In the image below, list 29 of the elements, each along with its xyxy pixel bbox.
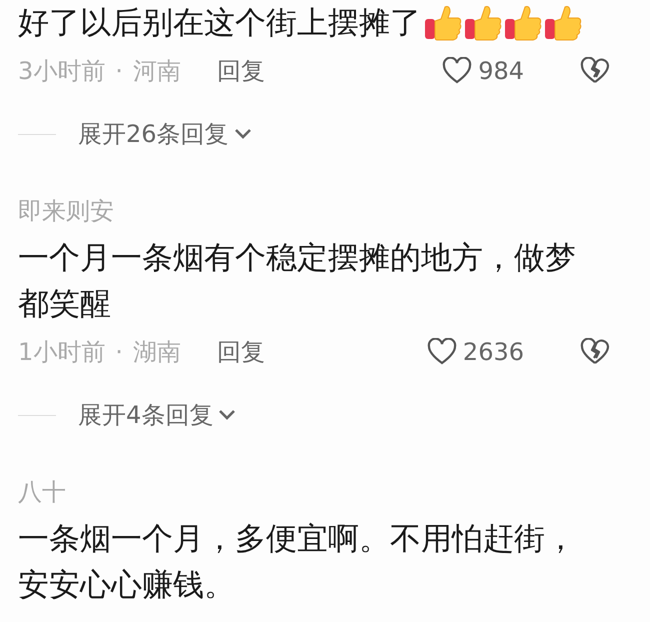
expand-replies-button[interactable]: 展开26条回复 <box>78 118 253 150</box>
dislike-button[interactable] <box>580 338 610 366</box>
comment-author: 即来则安 <box>18 196 114 227</box>
reply-link[interactable]: 回复 <box>216 336 265 368</box>
reply-link[interactable]: 回复 <box>216 55 265 87</box>
thumbs-up-icon <box>463 3 503 43</box>
heart-icon <box>442 57 472 85</box>
broken-heart-icon <box>580 57 610 85</box>
like-button[interactable]: 984 <box>442 57 524 85</box>
thumbs-up-icon <box>543 3 583 43</box>
comment-time: 1小时前 <box>18 337 106 368</box>
broken-heart-icon <box>580 338 610 366</box>
chevron-down-icon <box>217 408 238 422</box>
comment-location: 河南 <box>132 56 181 87</box>
separator-dot: · <box>115 338 123 366</box>
comment-time: 3小时前 <box>18 56 106 87</box>
chevron-down-icon <box>232 127 253 141</box>
comment-author: 八十 <box>18 477 66 508</box>
thumbs-up-icon <box>423 3 463 43</box>
comment-location: 湖南 <box>132 337 181 368</box>
comment-text: 一条烟一个月，多便宜啊。不用怕赶街，安安心心赚钱。 <box>18 520 577 605</box>
comment-text: 好了以后别在这个街上摆摊了 <box>18 4 421 43</box>
comment-text: 一个月一条烟有个稳定摆摊的地方，做梦都笑醒 <box>18 239 577 324</box>
separator-dot: · <box>115 57 123 85</box>
like-button[interactable]: 2636 <box>426 338 524 366</box>
dislike-button[interactable] <box>580 57 610 85</box>
thumbs-up-icon <box>503 3 543 43</box>
heart-icon <box>426 338 457 366</box>
expand-replies-button[interactable]: 展开4条回复 <box>78 399 238 431</box>
